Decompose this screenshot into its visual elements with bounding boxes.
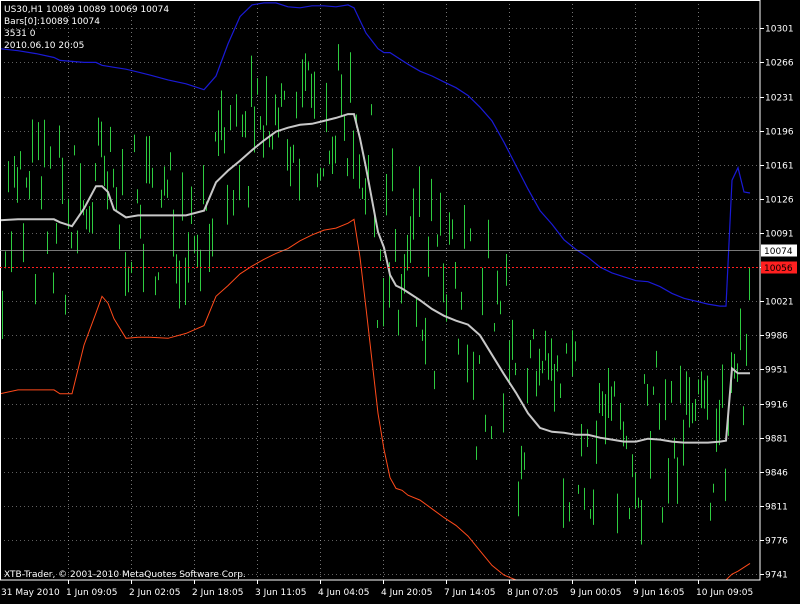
datetime-label: 2010.06.10 20:05 — [4, 41, 85, 51]
x-tick-label: 3 Jun 11:05 — [255, 588, 306, 598]
bars-label: Bars[0]:10089 10074 — [4, 17, 100, 27]
x-tick-label: 4 Jun 20:05 — [381, 588, 432, 598]
y-tick-label: 10091 — [765, 230, 794, 240]
x-tick-label: 2 Jun 18:05 — [192, 588, 243, 598]
y-tick-label: 9846 — [765, 469, 788, 479]
x-tick-label: 7 Jun 14:05 — [444, 588, 495, 598]
marker-price-label: 10056 — [764, 264, 793, 274]
volume-label: 3531 0 — [4, 29, 36, 39]
y-tick-label: 9951 — [765, 366, 788, 376]
x-tick-label: 1 Jun 09:05 — [66, 588, 117, 598]
x-tick-label: 9 Jun 00:05 — [570, 588, 621, 598]
y-tick-label: 9881 — [765, 435, 788, 445]
y-tick-label: 9811 — [765, 503, 788, 513]
current-price-label: 10074 — [764, 247, 793, 257]
x-tick-label: 10 Jun 09:05 — [696, 588, 753, 598]
x-tick-label: 31 May 2010 — [1, 588, 60, 598]
y-tick-label: 10196 — [765, 128, 794, 138]
y-tick-label: 9916 — [765, 401, 788, 411]
y-tick-label: 10231 — [765, 94, 794, 104]
chart-window[interactable]: 10301 10266 10231 10196 10161 10126 10091 10056… — [0, 0, 800, 600]
x-tick-label: 4 Jun 04:05 — [318, 588, 369, 598]
x-tick-label: 2 Jun 02:05 — [129, 588, 180, 598]
x-tick-label: 8 Jun 07:05 — [507, 588, 558, 598]
y-tick-label: 9776 — [765, 537, 788, 547]
y-tick-label: 10021 — [765, 298, 794, 308]
y-tick-label: 9986 — [765, 332, 788, 342]
price-chart[interactable]: 10301 10266 10231 10196 10161 10126 10091 10056… — [0, 0, 800, 600]
x-tick-label: 9 Jun 16:05 — [633, 588, 684, 598]
y-tick-label: 10126 — [765, 196, 794, 206]
y-tick-label: 10161 — [765, 162, 794, 172]
y-tick-label: 10266 — [765, 59, 794, 69]
symbol-ohlc-label: US30,H1 10089 10089 10069 10074 — [4, 5, 170, 15]
copyright-footer: XTB-Trader, © 2001-2010 MetaQuotes Softw… — [4, 570, 246, 580]
y-tick-label: 10301 — [765, 25, 794, 35]
chart-background — [0, 0, 800, 600]
y-tick-label: 9741 — [765, 571, 788, 581]
